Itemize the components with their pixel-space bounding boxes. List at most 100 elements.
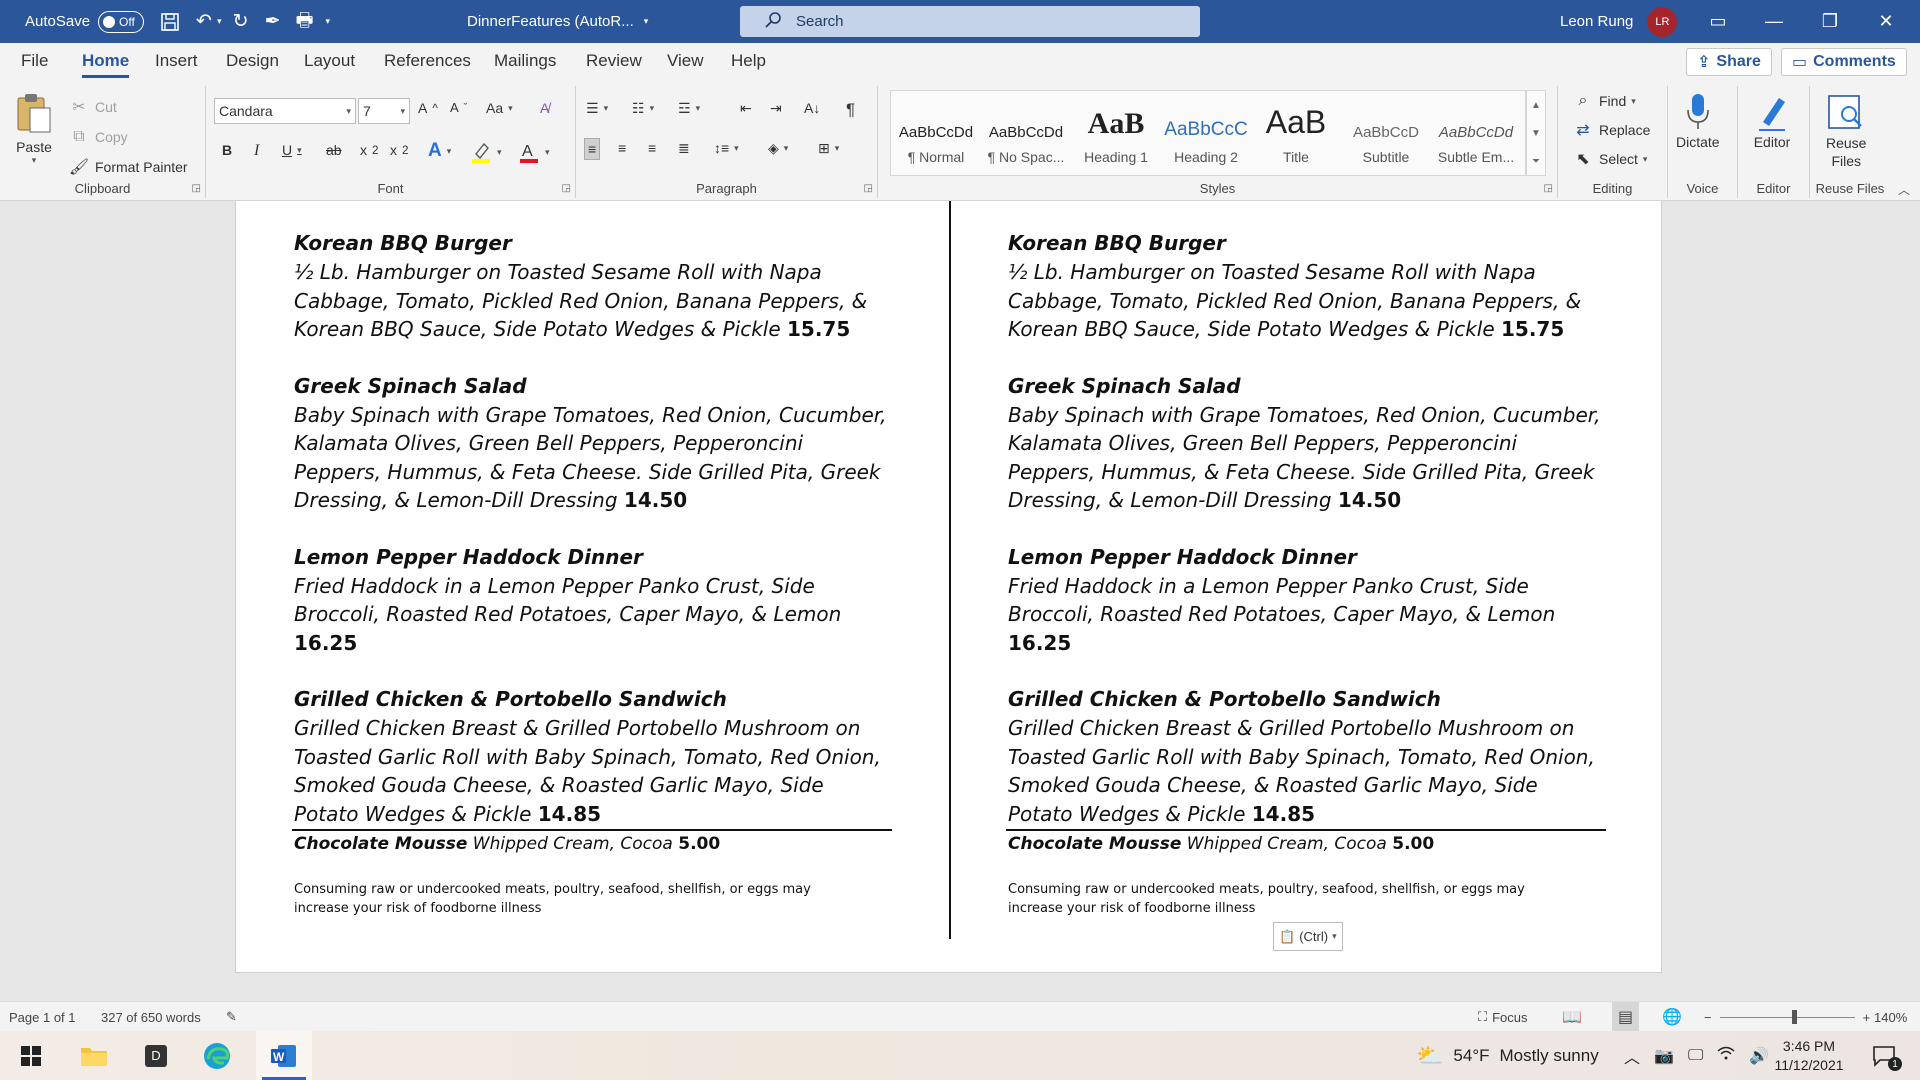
replace-button[interactable]: ⇄ Replace — [1572, 119, 1650, 141]
justify-icon[interactable]: ≣ — [678, 140, 690, 157]
dialog-launcher-icon[interactable]: ◲ — [562, 183, 571, 194]
draw-pen-icon[interactable]: ✒ — [260, 9, 286, 35]
undo-dropdown-icon[interactable]: ▾ — [217, 16, 222, 27]
notification-center-icon[interactable]: 1 — [1864, 1031, 1904, 1080]
read-mode-icon[interactable]: 📖 — [1562, 1002, 1582, 1032]
weather-widget[interactable]: ⛅ 54°F Mostly sunny — [1416, 1031, 1599, 1080]
zoom-out-icon[interactable]: − — [1704, 1010, 1712, 1025]
format-painter-button[interactable]: 🖌 Format Painter — [68, 156, 188, 178]
tab-home[interactable]: Home — [82, 51, 130, 78]
collapse-ribbon-icon[interactable]: ︿ — [1898, 181, 1910, 198]
tab-design[interactable]: Design — [226, 51, 279, 71]
underline-icon[interactable]: U ▾ — [282, 142, 302, 158]
web-layout-icon[interactable]: 🌐 — [1662, 1002, 1682, 1032]
comments-button[interactable]: ▭ Comments — [1781, 48, 1907, 76]
show-hidden-icons-icon[interactable]: ︿ — [1624, 1044, 1640, 1068]
save-icon[interactable] — [157, 9, 183, 35]
font-color-icon[interactable]: A ▾ — [518, 140, 550, 164]
meet-now-icon[interactable]: 📷 — [1654, 1046, 1674, 1066]
style-heading-2[interactable]: AaBbCcC Heading 2 — [1161, 91, 1251, 175]
edge-browser-icon[interactable] — [193, 1031, 241, 1080]
style-normal[interactable]: AaBbCcDd ¶ Normal — [891, 91, 981, 175]
page-count[interactable]: Page 1 of 1 — [9, 1002, 76, 1032]
app-d-icon[interactable]: D — [132, 1031, 180, 1080]
tab-layout[interactable]: Layout — [304, 51, 355, 71]
change-case-icon[interactable]: Aa ▾ — [486, 100, 513, 116]
paste-button[interactable]: Paste ▾ — [14, 92, 54, 166]
find-button[interactable]: ⌕ Find ▾ — [1572, 90, 1636, 112]
font-family-select[interactable]: Candara ▾ — [214, 98, 356, 124]
minimize-icon[interactable]: — — [1746, 0, 1802, 43]
select-button[interactable]: ⬉ Select ▾ — [1572, 148, 1647, 170]
proofing-icon[interactable]: ✎ — [226, 1002, 237, 1032]
subscript-icon[interactable]: x2 — [360, 142, 378, 158]
align-center-icon[interactable]: ≡ — [618, 140, 626, 156]
more-styles-icon[interactable]: ⏷ — [1532, 156, 1540, 167]
superscript-icon[interactable]: x2 — [390, 142, 408, 158]
tab-references[interactable]: References — [384, 51, 471, 71]
zoom-slider[interactable]: − + — [1704, 1002, 1870, 1032]
show-formatting-marks-icon[interactable]: ¶ — [846, 100, 855, 120]
scroll-down-icon[interactable]: ▼ — [1531, 128, 1541, 139]
redo-icon[interactable]: ↻ — [228, 9, 254, 35]
tab-view[interactable]: View — [667, 51, 704, 71]
search-box[interactable]: Search — [740, 6, 1200, 37]
grow-font-icon[interactable]: A ^ — [418, 100, 438, 116]
chevron-down-icon[interactable]: ▾ — [32, 155, 37, 166]
style-heading-1[interactable]: AaB Heading 1 — [1071, 91, 1161, 175]
screen-icon[interactable]: 🖵 — [1688, 1047, 1703, 1065]
zoom-thumb[interactable] — [1791, 1009, 1797, 1024]
tab-help[interactable]: Help — [731, 51, 766, 71]
style-title[interactable]: AaB Title — [1251, 91, 1341, 175]
print-layout-icon[interactable]: ▤ — [1612, 1002, 1640, 1032]
clear-formatting-icon[interactable]: A̸ — [540, 100, 549, 116]
ribbon-display-options-icon[interactable]: ▭ — [1690, 0, 1746, 43]
align-left-icon[interactable]: ≡ — [584, 138, 601, 160]
autosave-toggle[interactable]: Off — [98, 10, 145, 33]
print-icon[interactable]: 🖶 — [292, 9, 318, 35]
volume-icon[interactable]: 🔊 — [1749, 1046, 1769, 1066]
autosave[interactable]: AutoSave Off — [25, 0, 145, 43]
focus-button[interactable]: ⛶ Focus — [1478, 1002, 1528, 1032]
cut-button[interactable]: ✂ Cut — [68, 96, 117, 118]
bullets-icon[interactable]: ☰ ▾ — [586, 100, 608, 117]
font-size-select[interactable]: 7 ▾ — [358, 98, 410, 124]
tab-review[interactable]: Review — [586, 51, 642, 71]
clock[interactable]: 3:46 PM 11/12/2021 — [1768, 1031, 1850, 1080]
zoom-track[interactable] — [1719, 1009, 1855, 1024]
tab-mailings[interactable]: Mailings — [494, 51, 556, 71]
word-taskbar-icon[interactable]: W — [256, 1031, 312, 1080]
style-subtitle[interactable]: AaBbCcD Subtitle — [1341, 91, 1431, 175]
increase-indent-icon[interactable]: ⇥ — [770, 100, 782, 117]
dialog-launcher-icon[interactable]: ◲ — [864, 183, 873, 194]
bold-icon[interactable]: B — [222, 142, 232, 158]
restore-icon[interactable]: ❐ — [1802, 0, 1858, 43]
reuse-files-button[interactable]: Reuse Files — [1826, 90, 1866, 170]
zoom-level[interactable]: 140% — [1874, 1002, 1907, 1032]
document-title[interactable]: DinnerFeatures (AutoR... ▾ — [467, 0, 648, 43]
scroll-up-icon[interactable]: ▲ — [1531, 100, 1541, 111]
close-icon[interactable]: ✕ — [1858, 0, 1914, 43]
zoom-in-icon[interactable]: + — [1863, 1010, 1871, 1025]
line-spacing-icon[interactable]: ↕≡ ▾ — [714, 140, 739, 156]
user-account[interactable]: Leon Rung LR — [1560, 0, 1678, 43]
highlight-color-icon[interactable]: ▾ — [470, 140, 502, 164]
dictate-button[interactable]: Dictate — [1676, 90, 1720, 150]
undo-icon[interactable]: ↶ — [191, 9, 217, 35]
align-right-icon[interactable]: ≡ — [648, 140, 656, 156]
customize-toolbar-icon[interactable]: ▾ — [326, 16, 331, 27]
tab-insert[interactable]: Insert — [155, 51, 198, 71]
word-count[interactable]: 327 of 650 words — [101, 1002, 201, 1032]
tab-file[interactable]: File — [21, 51, 48, 71]
editor-button[interactable]: Editor — [1752, 90, 1792, 150]
multilevel-list-icon[interactable]: ☲ ▾ — [678, 100, 700, 117]
strikethrough-icon[interactable]: ab — [326, 142, 342, 158]
dialog-launcher-icon[interactable]: ◲ — [1544, 183, 1553, 194]
file-explorer-icon[interactable] — [70, 1031, 118, 1080]
copy-button[interactable]: ⧉ Copy — [68, 126, 127, 148]
shading-icon[interactable]: ◈ ▾ — [768, 140, 788, 157]
numbering-icon[interactable]: ☷ ▾ — [632, 100, 654, 117]
share-button[interactable]: ⇪ Share — [1686, 48, 1772, 76]
decrease-indent-icon[interactable]: ⇤ — [740, 100, 752, 117]
shrink-font-icon[interactable]: Aˇ — [450, 100, 467, 115]
